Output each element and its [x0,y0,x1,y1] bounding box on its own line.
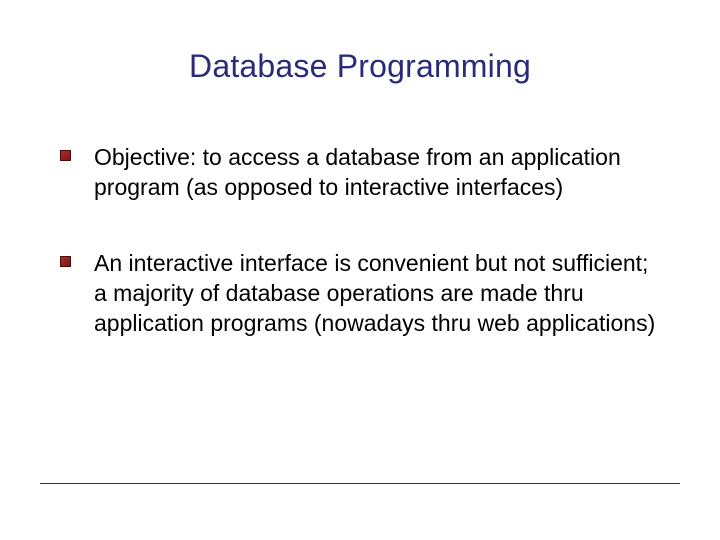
bullet-text: Objective: to access a database from an … [94,144,621,200]
bullet-icon [60,150,71,161]
divider-line [40,483,680,484]
slide: Database Programming Objective: to acces… [0,0,720,540]
bullet-list: Objective: to access a database from an … [60,143,660,338]
list-item: Objective: to access a database from an … [60,143,660,203]
bullet-text: An interactive interface is convenient b… [94,250,655,336]
bullet-icon [60,256,71,267]
list-item: An interactive interface is convenient b… [60,249,660,339]
slide-title: Database Programming [60,48,660,85]
